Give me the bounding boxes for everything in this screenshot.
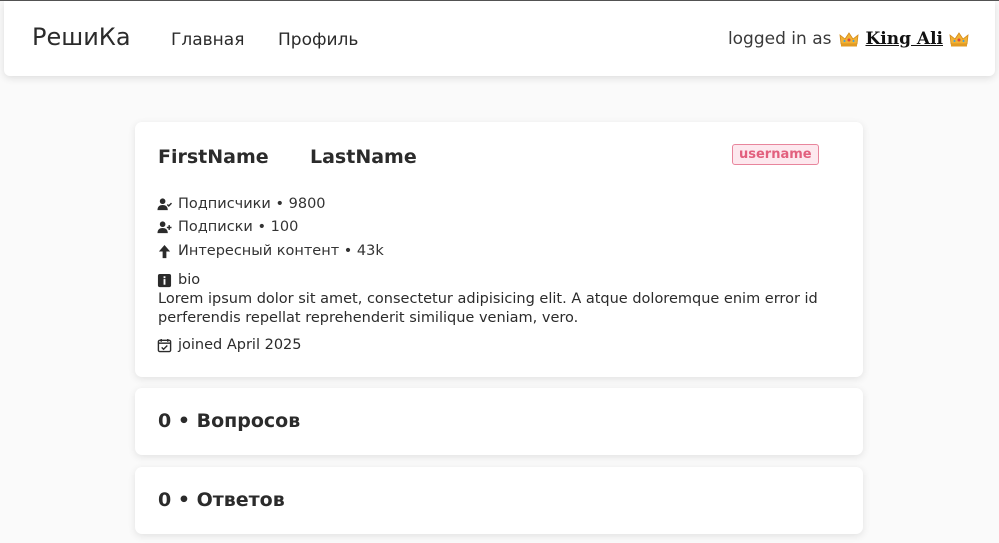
navbar: РешиКа Главная Профиль logged in as King… xyxy=(4,1,995,76)
arrow-up-icon xyxy=(157,244,172,259)
content-stat: Интересный контент • 43k xyxy=(157,243,384,259)
questions-card[interactable]: 0 • Вопросов xyxy=(135,388,863,455)
logged-in-indicator: logged in as King Ali xyxy=(728,29,971,49)
user-check-icon xyxy=(157,197,173,212)
following-text: Подписки • 100 xyxy=(178,219,299,235)
profile-last-name: LastName xyxy=(310,146,417,168)
bio-label: bio xyxy=(178,272,201,288)
info-icon xyxy=(157,273,172,288)
followers-text: Подписчики • 9800 xyxy=(178,196,326,212)
brand-logo-link[interactable]: РешиКа xyxy=(32,23,131,51)
current-user-link[interactable]: King Ali xyxy=(837,29,971,49)
questions-count: 0 • Вопросов xyxy=(158,410,301,432)
bio-text: Lorem ipsum dolor sit amet, consectetur … xyxy=(158,291,818,326)
nav-link-profile[interactable]: Профиль xyxy=(278,30,358,50)
crown-icon xyxy=(949,31,969,47)
user-plus-icon xyxy=(157,220,172,235)
answers-count: 0 • Ответов xyxy=(158,489,285,511)
content-text: Интересный контент • 43k xyxy=(178,243,384,259)
answers-card[interactable]: 0 • Ответов xyxy=(135,467,863,534)
nav-link-home[interactable]: Главная xyxy=(171,30,244,50)
followers-stat: Подписчики • 9800 xyxy=(157,196,326,212)
bio-heading: bio xyxy=(157,272,200,288)
logged-in-label: logged in as xyxy=(727,29,832,49)
profile-card: FirstName LastName username Подписчики •… xyxy=(135,122,863,377)
calendar-check-icon xyxy=(157,338,172,353)
following-stat: Подписки • 100 xyxy=(157,219,298,235)
username-badge: username xyxy=(732,144,819,165)
crown-icon xyxy=(839,31,859,47)
joined-text: joined April 2025 xyxy=(178,337,302,353)
profile-first-name: FirstName xyxy=(158,146,269,168)
joined-date: joined April 2025 xyxy=(157,337,302,353)
current-user-name: King Ali xyxy=(865,29,943,49)
